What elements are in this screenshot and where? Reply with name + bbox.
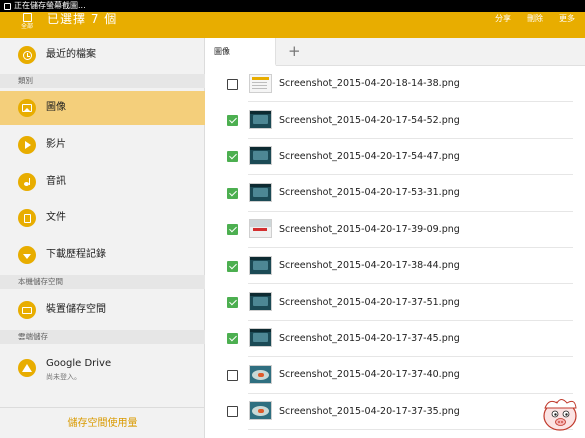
sidebar-item-audio[interactable]: 音訊 [0, 165, 205, 199]
selection-title: 已選擇 7 個 [47, 12, 118, 26]
device-icon [18, 301, 36, 319]
status-bar: 正在儲存螢幕截圖... [0, 0, 585, 12]
sidebar-item-label: 圖像 [46, 102, 66, 113]
file-checkbox[interactable] [227, 187, 238, 199]
file-checkbox[interactable] [227, 406, 238, 418]
file-row[interactable]: Screenshot_2015-04-20-18-14-38.png [206, 66, 585, 103]
file-thumbnail [249, 401, 272, 421]
file-thumbnail [249, 146, 272, 166]
file-name: Screenshot_2015-04-20-17-54-52.png [279, 114, 460, 126]
app-bar: 全部 已選擇 7 個 分享 刪除 更多 [0, 12, 585, 38]
file-name: Screenshot_2015-04-20-17-37-51.png [279, 296, 460, 308]
section-header-local-storage: 本機儲存空間 [0, 275, 205, 289]
clock-icon [18, 46, 36, 64]
file-checkbox[interactable] [227, 369, 238, 381]
file-row[interactable]: Screenshot_2015-04-20-17-54-52.png [206, 102, 585, 139]
row-divider [248, 428, 573, 430]
file-thumbnail [249, 73, 272, 93]
file-thumbnail [249, 292, 272, 312]
file-name: Screenshot_2015-04-20-17-54-47.png [279, 150, 460, 162]
file-row[interactable]: Screenshot_2015-04-20-17-37-45.png [206, 321, 585, 358]
sidebar-item-documents[interactable]: 文件 [0, 201, 205, 235]
document-icon [18, 209, 36, 227]
file-name: Screenshot_2015-04-20-17-37-35.png [279, 405, 460, 417]
sidebar-item-downloads[interactable]: 下載歷程記錄 [0, 238, 205, 272]
drive-status-text: 尚未登入。 [46, 373, 81, 381]
sidebar-item-label: 下載歷程記錄 [46, 249, 106, 260]
tab-images[interactable]: 圖像 [206, 38, 276, 66]
storage-usage-button[interactable]: 儲存空間使用量 [0, 407, 205, 438]
sidebar-item-device-storage[interactable]: 裝置儲存空間 [0, 293, 205, 327]
action-bar: 分享 刪除 更多 [495, 13, 575, 25]
file-thumbnail [249, 255, 272, 275]
sidebar-item-images[interactable]: 圖像 [0, 91, 205, 125]
file-name: Screenshot_2015-04-20-17-53-31.png [279, 187, 460, 199]
file-row[interactable]: Screenshot_2015-04-20-17-39-09.png [206, 212, 585, 248]
delete-button[interactable]: 刪除 [527, 13, 543, 25]
file-name: Screenshot_2015-04-20-17-38-44.png [279, 260, 460, 272]
sidebar-item-label: 影片 [46, 139, 66, 150]
sidebar-item-recent[interactable]: 最近的檔案 [0, 38, 205, 72]
file-row[interactable]: Screenshot_2015-04-20-17-37-35.png [206, 394, 585, 430]
file-row[interactable]: Screenshot_2015-04-20-17-37-51.png [206, 284, 585, 321]
file-row[interactable]: Screenshot_2015-04-20-17-38-44.png [206, 248, 585, 285]
file-name: Screenshot_2015-04-20-17-37-45.png [279, 332, 460, 344]
add-tab-button[interactable]: + [288, 42, 301, 60]
select-all-label: 全部 [20, 23, 33, 30]
file-checkbox[interactable] [227, 224, 238, 236]
sidebar-item-label: 音訊 [46, 176, 66, 187]
sidebar-item-label: 最近的檔案 [46, 49, 96, 60]
file-checkbox[interactable] [227, 260, 238, 272]
select-all-checkbox[interactable]: 全部 [14, 13, 40, 32]
video-icon [18, 136, 36, 154]
more-button[interactable]: 更多 [559, 13, 575, 25]
file-row[interactable]: Screenshot_2015-04-20-17-37-40.png [206, 357, 585, 394]
sidebar-item-google-drive[interactable]: Google Drive 尚未登入。 [0, 348, 205, 388]
image-icon [18, 99, 36, 117]
sidebar: 最近的檔案 類別 圖像 影片 音訊 文件 下載歷程記錄 本機儲存空間 裝置儲存空… [0, 38, 205, 438]
file-checkbox[interactable] [227, 297, 238, 309]
sidebar-item-videos[interactable]: 影片 [0, 128, 205, 162]
section-header-category: 類別 [0, 74, 205, 88]
download-icon [18, 246, 36, 264]
tab-bar: 圖像 + [206, 38, 585, 66]
file-row[interactable]: Screenshot_2015-04-20-17-53-31.png [206, 175, 585, 212]
file-checkbox[interactable] [227, 333, 238, 345]
sidebar-item-label: Google Drive [46, 358, 112, 369]
file-thumbnail [249, 110, 272, 130]
status-text: 正在儲存螢幕截圖... [14, 1, 86, 10]
file-name: Screenshot_2015-04-20-17-39-09.png [279, 223, 460, 235]
file-thumbnail [249, 182, 272, 202]
file-row[interactable]: Screenshot_2015-04-20-17-54-47.png [206, 139, 585, 176]
section-header-cloud-storage: 雲端儲存 [0, 330, 205, 344]
screenshot-icon [4, 2, 11, 10]
sidebar-item-label: 文件 [46, 212, 66, 223]
sidebar-item-label: 裝置儲存空間 [46, 304, 106, 315]
drive-icon [18, 359, 36, 377]
file-thumbnail [249, 364, 272, 384]
file-checkbox[interactable] [227, 78, 238, 90]
file-list: Screenshot_2015-04-20-18-14-38.png Screen… [206, 66, 585, 438]
file-checkbox[interactable] [227, 115, 238, 127]
share-button[interactable]: 分享 [495, 13, 511, 25]
mascot-watermark [543, 399, 577, 431]
checkbox-icon [22, 13, 32, 22]
file-thumbnail [249, 328, 272, 348]
file-name: Screenshot_2015-04-20-18-14-38.png [279, 78, 460, 90]
file-name: Screenshot_2015-04-20-17-37-40.png [279, 369, 460, 381]
music-icon [18, 173, 36, 191]
file-checkbox[interactable] [227, 151, 238, 163]
file-thumbnail [249, 219, 272, 239]
